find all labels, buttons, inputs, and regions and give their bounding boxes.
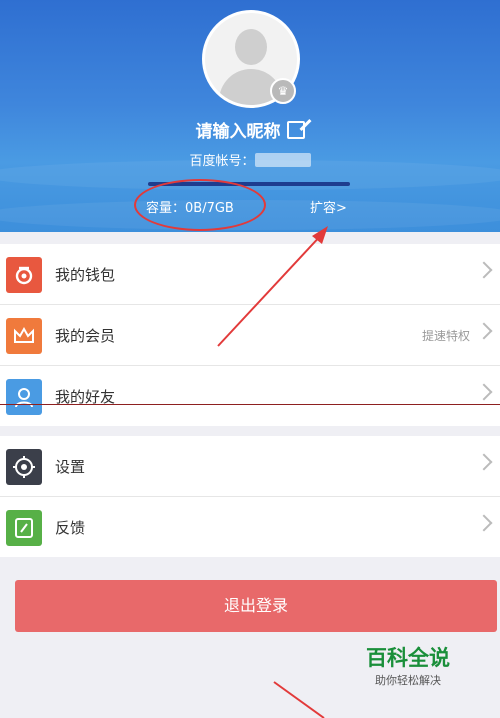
watermark: 百科全说 助你轻松解决 [353, 640, 473, 692]
expand-link[interactable]: 扩容> [310, 197, 347, 216]
capacity-annotation-circle [134, 179, 266, 231]
menu-item-label: 我的钱包 [55, 266, 116, 284]
logout-button[interactable]: 退出登录 [15, 580, 497, 632]
menu-item[interactable]: 我的好友 [0, 366, 500, 426]
avatar-head [235, 29, 267, 65]
crown-icon [6, 318, 42, 354]
friend-icon [6, 379, 42, 415]
gear-icon [6, 449, 42, 485]
menu-item[interactable]: 我的钱包 [0, 244, 500, 305]
menu-item[interactable]: 反馈 [0, 497, 500, 557]
chevron-right-icon [475, 261, 493, 279]
menu-item-label: 反馈 [55, 519, 86, 537]
menu-item[interactable]: 我的会员 提速特权 [0, 305, 500, 366]
chevron-right-icon [475, 514, 493, 532]
menu-group-2: 设置 反馈 [0, 436, 500, 557]
account-label: 百度帐号： [189, 154, 255, 169]
divider-line [0, 404, 500, 405]
menu-item-extra: 提速特权 [421, 329, 470, 343]
menu-item-label: 我的会员 [55, 327, 116, 345]
arrow-line-2 [273, 681, 325, 718]
chevron-right-icon [475, 322, 493, 340]
menu-item-label: 设置 [55, 458, 86, 476]
chevron-right-icon [475, 453, 493, 471]
watermark-title: 百科全说 [366, 646, 450, 670]
account-info: 百度帐号： [150, 150, 350, 169]
feedback-icon [6, 510, 42, 546]
nickname[interactable]: 请输入昵称 [150, 117, 350, 142]
wallet-icon [6, 257, 42, 293]
edit-icon[interactable] [286, 121, 305, 139]
watermark-subtitle: 助你轻松解决 [375, 674, 441, 687]
menu-item[interactable]: 设置 [0, 436, 500, 497]
nickname-text: 请输入昵称 [195, 122, 281, 142]
chevron-right-icon [475, 383, 493, 401]
menu-group-1: 我的钱包我的会员 提速特权我的好友 [0, 244, 500, 426]
vip-badge-icon: ♛ [270, 78, 296, 104]
account-mask [254, 153, 311, 167]
